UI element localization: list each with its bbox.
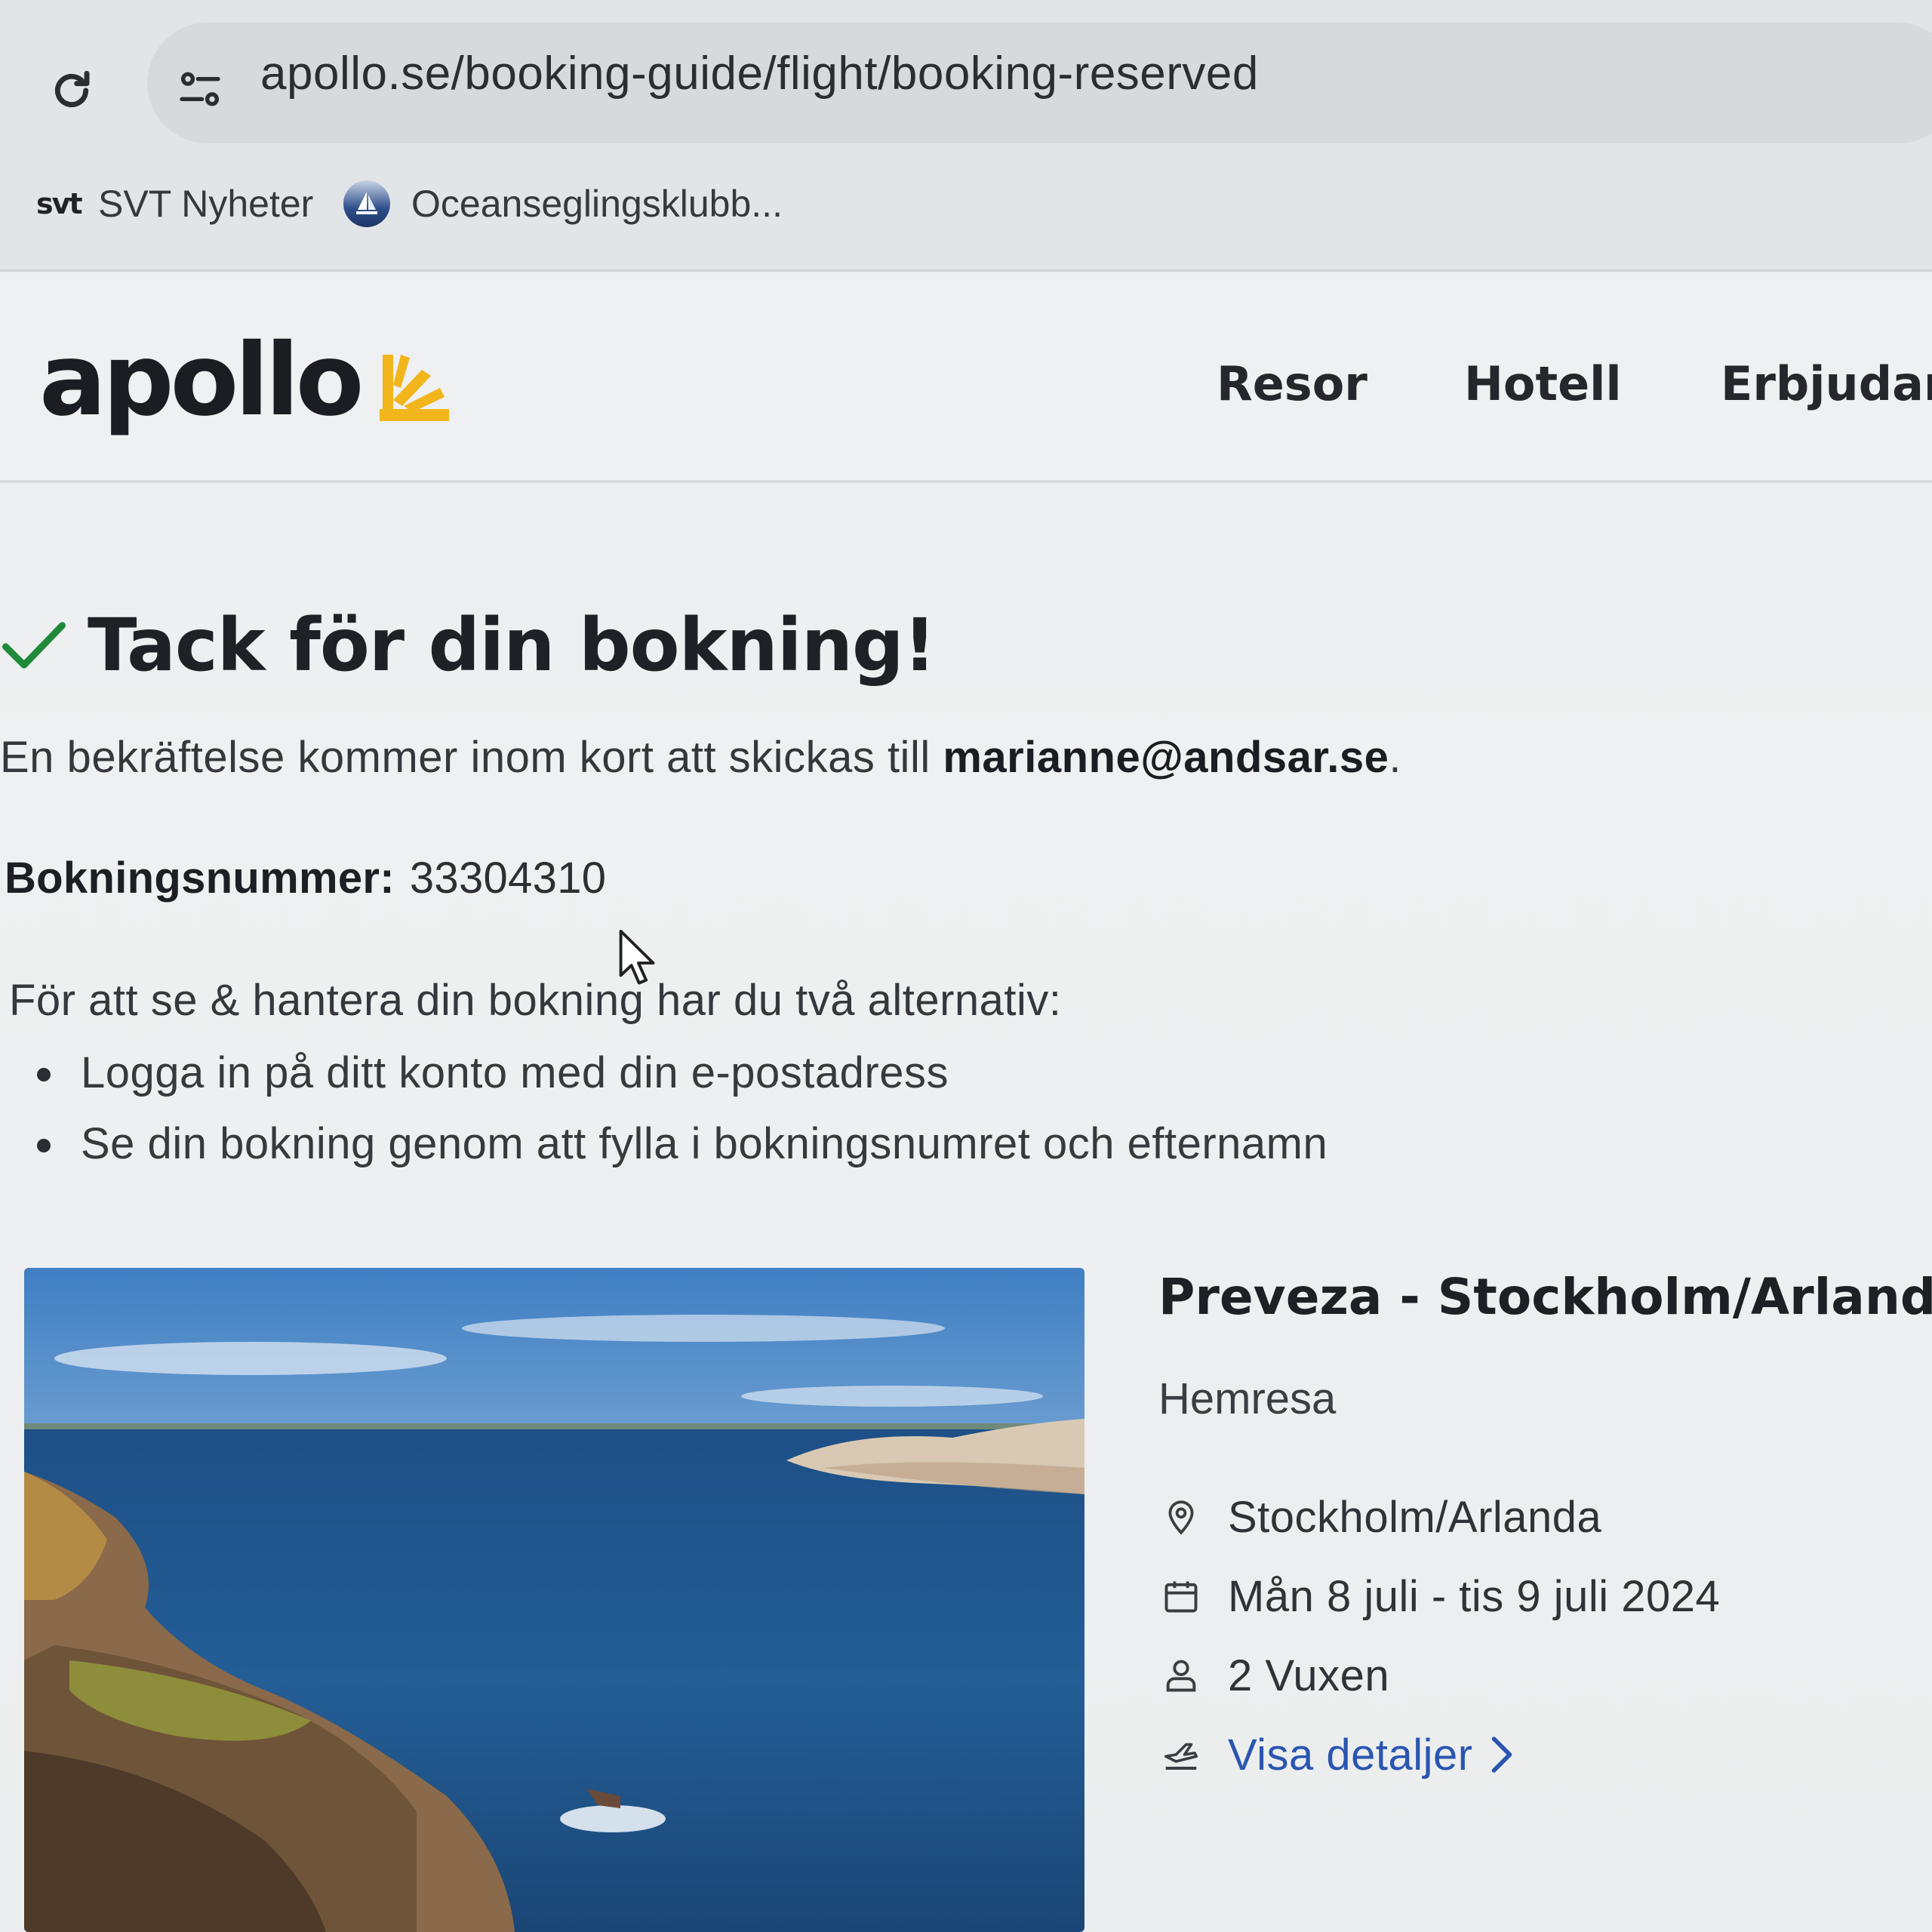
confirmation-heading: Tack för din bokning! [0,596,937,694]
confirmation-message-text: En bekräftelse kommer inom kort att skic… [0,733,943,782]
bookmark-oceanseglingsklubb[interactable]: Oceanseglingsklubb... [343,174,783,234]
bullet-icon [37,1068,51,1081]
confirmation-email: marianne@andsar.se [943,733,1389,782]
checkmark-icon [2,622,66,669]
bookmark-svt-nyheter[interactable]: svt SVT Nyheter [36,174,313,234]
svt-logo-icon: svt [36,187,83,220]
calendar-icon [1158,1574,1204,1619]
booking-number-label: Bokningsnummer: [5,854,395,903]
bookmark-label: Oceanseglingsklubb... [411,183,783,225]
trip-passengers: 2 Vuxen [1158,1645,1389,1706]
bullet-icon [37,1139,51,1152]
option-text: Logga in på ditt konto med din e-postadr… [81,1048,949,1097]
list-item: Logga in på ditt konto med din e-postadr… [34,1038,1327,1109]
mouse-cursor-icon [619,929,655,985]
logo-text: apollo [39,322,364,438]
trip-dates: Mån 8 juli - tis 9 juli 2024 [1158,1566,1720,1626]
site-info-button[interactable] [170,59,230,119]
trip-destination: Stockholm/Arlanda [1158,1487,1601,1547]
chevron-right-icon [1491,1737,1512,1773]
option-text: Se din bokning genom att fylla i bokning… [81,1119,1328,1168]
manage-booking-intro: För att se & hantera din bokning har du … [9,976,1062,1025]
airplane-icon [1158,1732,1204,1777]
apollo-logo[interactable]: apollo [39,331,452,430]
tune-icon [180,72,220,106]
nav-erbjudanden[interactable]: Erbjudar [1721,342,1932,425]
booking-number-value: 33304310 [409,854,607,903]
bookmark-label: SVT Nyheter [98,183,314,225]
confirmation-message: En bekräftelse kommer inom kort att skic… [0,732,1401,783]
booking-number-row: Bokningsnummer: 33304310 [5,853,606,903]
screen: apollo.se/booking-guide/flight/booking-r… [0,0,1932,1932]
sailing-club-logo-icon [343,180,390,227]
person-icon [1158,1653,1204,1698]
reload-icon [54,70,90,108]
manage-options-list: Logga in på ditt konto med din e-postadr… [34,1038,1327,1180]
url-text[interactable]: apollo.se/booking-guide/flight/booking-r… [260,47,1259,100]
site-header: apollo Resor Hotell Erbjudar [0,274,1932,483]
sun-logo-icon [380,355,450,421]
trip-route-title: Preveza - Stockholm/Arland [1158,1268,1932,1326]
trip-direction: Hemresa [1158,1374,1337,1423]
destination-photo [24,1268,1084,1932]
nav-hotell[interactable]: Hotell [1464,342,1622,425]
location-pin-icon [1158,1494,1204,1540]
dates-text: Mån 8 juli - tis 9 juli 2024 [1228,1571,1721,1621]
confirmation-message-end: . [1389,733,1402,782]
view-details-label[interactable]: Visa detaljer [1228,1730,1473,1780]
browser-toolbar: apollo.se/booking-guide/flight/booking-r… [0,0,1932,272]
page-title: Tack för din bokning! [88,603,937,688]
destination-text: Stockholm/Arlanda [1228,1492,1602,1542]
nav-resor[interactable]: Resor [1217,342,1367,425]
list-item: Se din bokning genom att fylla i bokning… [34,1109,1327,1180]
reload-button[interactable] [42,60,102,121]
passengers-text: 2 Vuxen [1228,1651,1390,1700]
view-details-link[interactable]: Visa detaljer [1158,1724,1517,1785]
